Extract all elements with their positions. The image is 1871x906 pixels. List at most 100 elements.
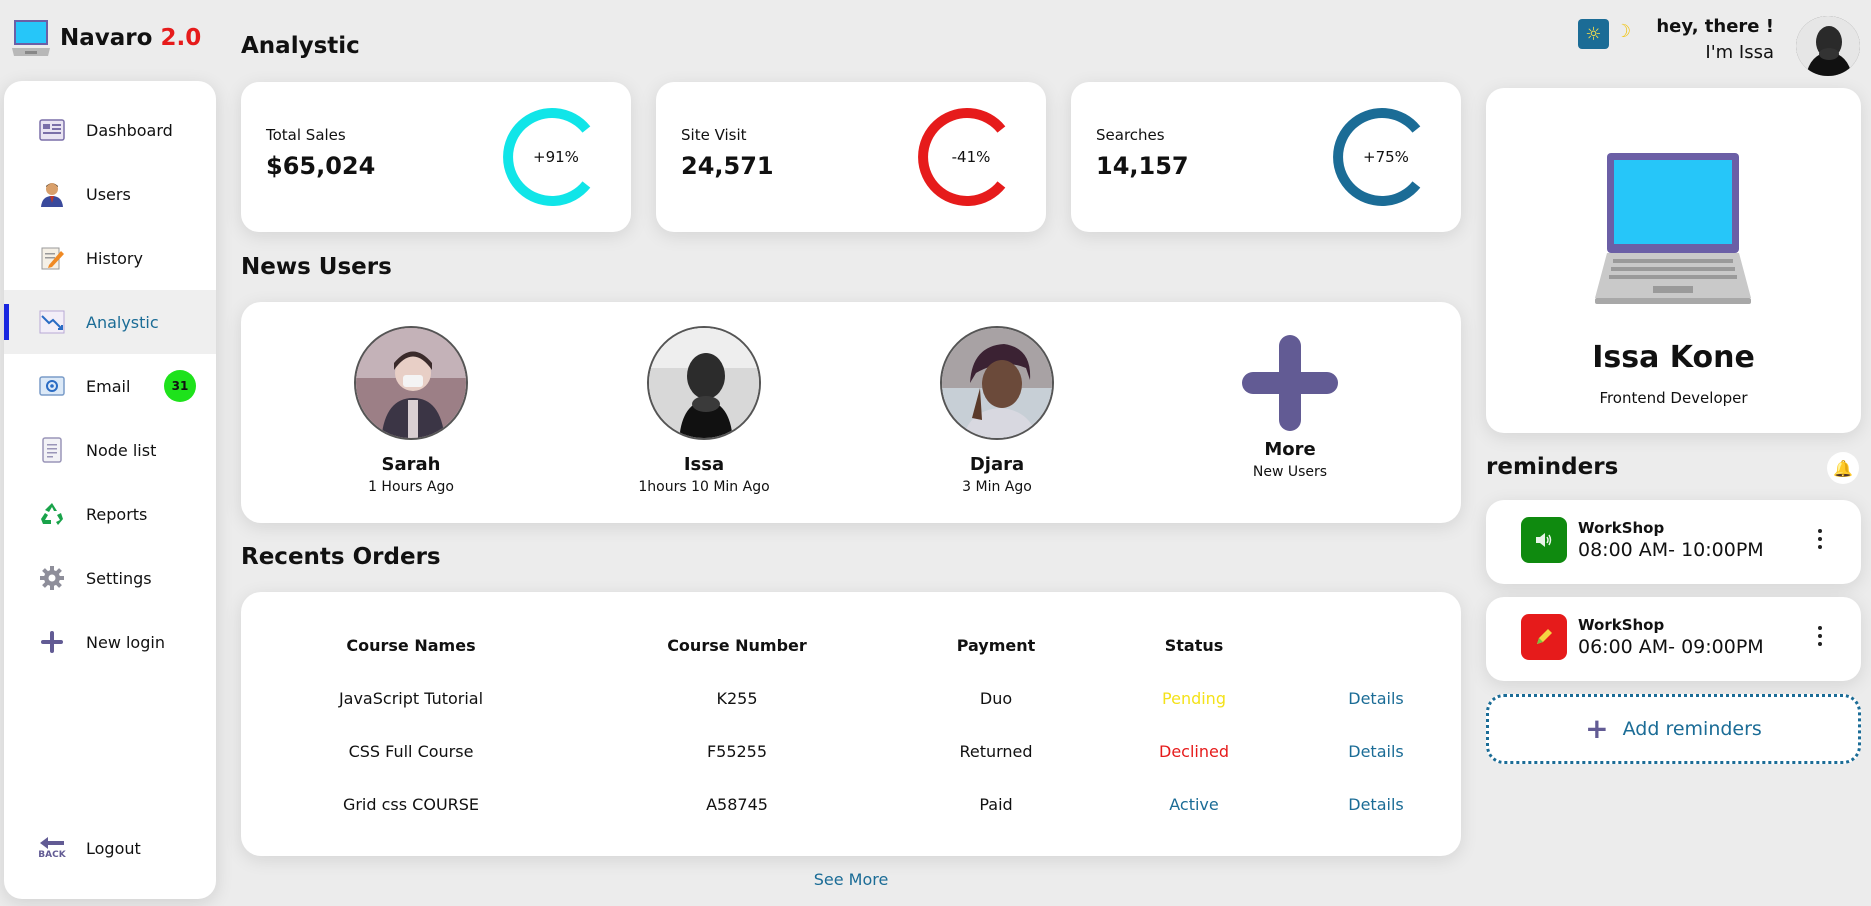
column-header: Course Number [667,636,807,655]
column-header: Course Names [346,636,476,655]
email-count-badge: 31 [164,370,196,402]
ring-percent: +91% [533,148,579,166]
profile-avatar[interactable] [1796,16,1860,76]
sidebar-item-settings[interactable]: Settings [4,546,216,610]
course-name: CSS Full Course [348,742,474,761]
user-icon [38,180,66,208]
orders-heading: Recents Orders [241,544,441,570]
speaker-icon [1521,517,1567,563]
greeting-line1: hey, there ! [1656,16,1774,37]
plus-icon [1240,335,1340,435]
recycle-icon [38,500,66,528]
progress-ring: +91% [503,104,609,210]
more-subtitle: New Users [1252,464,1328,480]
reminder-title: WorkShop [1578,616,1665,634]
stat-value: $65,024 [266,152,376,180]
email-icon [38,372,66,400]
avatar [354,326,468,440]
greeting: hey, there ! I'm Issa [1600,14,1774,66]
sidebar-item-label: New login [86,632,165,652]
pencil-icon [1521,614,1567,660]
stat-value: 24,571 [681,152,774,180]
stat-label: Searches [1096,126,1165,144]
stat-label: Site Visit [681,126,747,144]
avatar [647,326,761,440]
sidebar-item-label: Node list [86,440,157,460]
sidebar-item-label: Dashboard [86,120,173,140]
sidebar-item-label: Analystic [86,312,159,332]
bell-icon[interactable]: 🔔 [1827,452,1859,484]
note-list-icon [38,436,66,464]
user-time: 3 Min Ago [962,479,1032,495]
user-item-djara[interactable]: Djara 3 Min Ago [897,326,1097,495]
plus-icon: + [1585,712,1609,745]
logout-label: Logout [86,838,141,858]
stat-card-site-visit[interactable]: Site Visit 24,571 -41% [656,82,1046,232]
details-link[interactable]: Details [1256,689,1496,708]
sidebar-item-reports[interactable]: Reports [4,482,216,546]
avatar [940,326,1054,440]
sidebar-item-analytics[interactable]: Analystic [4,290,216,354]
kebab-menu-icon[interactable] [1812,526,1828,552]
sidebar-item-label: Settings [86,568,152,588]
user-item-issa[interactable]: Issa 1hours 10 Min Ago [604,326,804,495]
reminder-time: 08:00 AM- 10:00PM [1578,539,1764,561]
back-arrow-icon: BACK [38,834,66,862]
brand-name: Navaro 2.0 [60,25,202,51]
user-time: 1 Hours Ago [368,479,454,495]
sidebar-item-history[interactable]: History [4,226,216,290]
profile-role: Frontend Developer [1599,389,1748,407]
new-users-card: Sarah 1 Hours Ago Issa 1hours 10 Min Ago… [241,302,1461,523]
add-reminder-button[interactable]: + Add reminders [1486,694,1861,764]
sidebar-item-label: Users [86,184,131,204]
logout-button[interactable]: BACK Logout [4,816,216,880]
analytics-icon [38,308,66,336]
see-more-link[interactable]: See More [741,870,961,889]
course-number: A58745 [706,795,768,814]
brand-logo[interactable]: Navaro 2.0 [12,18,201,58]
ring-percent: +75% [1363,148,1409,166]
details-link[interactable]: Details [1256,742,1496,761]
brand-version: 2.0 [160,25,202,51]
sidebar-item-label: Reports [86,504,148,524]
stat-label: Total Sales [266,126,346,144]
new-users-heading: News Users [241,254,392,280]
plus-icon [38,628,66,656]
reminder-title: WorkShop [1578,519,1665,537]
sidebar-item-dashboard[interactable]: Dashboard [4,98,216,162]
reminder-item[interactable]: WorkShop 06:00 AM- 09:00PM [1486,597,1861,681]
progress-ring: -41% [918,104,1024,210]
laptop-illustration [1595,153,1751,304]
reminder-time: 06:00 AM- 09:00PM [1578,636,1764,658]
stat-card-searches[interactable]: Searches 14,157 +75% [1071,82,1461,232]
profile-name: Issa Kone [1592,340,1755,375]
sidebar-item-email[interactable]: Email 31 [4,354,216,418]
kebab-menu-icon[interactable] [1812,623,1828,649]
more-title: More [1264,439,1316,460]
sidebar-item-new-login[interactable]: New login [4,610,216,674]
course-number: F55255 [706,742,768,761]
progress-ring: +75% [1333,104,1439,210]
orders-table: Course Names Course Number Payment Statu… [241,592,1461,856]
course-name: Grid css COURSE [342,795,480,814]
reminders-heading: reminders [1486,454,1619,480]
more-users-button[interactable]: More New Users [1190,326,1390,480]
sidebar-item-node-list[interactable]: Node list [4,418,216,482]
analytics-heading: Analystic [241,33,360,59]
back-icon-text: BACK [38,850,66,860]
history-icon [38,244,66,272]
stat-value: 14,157 [1096,152,1189,180]
user-item-sarah[interactable]: Sarah 1 Hours Ago [311,326,511,495]
profile-card: Issa Kone Frontend Developer [1486,88,1861,433]
ring-percent: -41% [951,148,991,166]
dashboard-icon [38,116,66,144]
user-name: Djara [969,454,1025,475]
add-reminder-label: Add reminders [1622,718,1762,740]
sidebar-item-users[interactable]: Users [4,162,216,226]
stat-card-total-sales[interactable]: Total Sales $65,024 +91% [241,82,631,232]
sidebar-item-label: History [86,248,143,268]
details-link[interactable]: Details [1256,795,1496,814]
greeting-line2: I'm Issa [1705,42,1774,63]
sidebar-item-label: Email [86,376,131,396]
reminder-item[interactable]: WorkShop 08:00 AM- 10:00PM [1486,500,1861,584]
